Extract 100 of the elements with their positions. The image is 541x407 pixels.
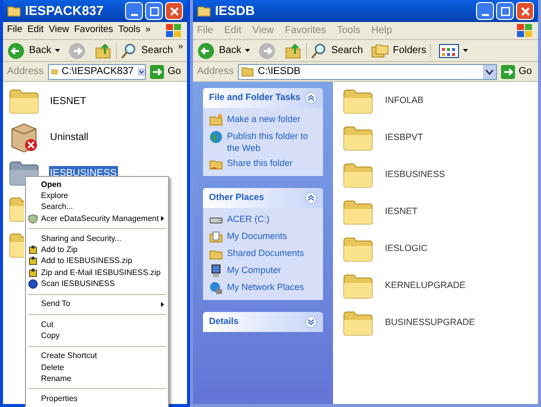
menu-item[interactable]: View <box>48 23 70 38</box>
folder-icon <box>343 273 373 299</box>
zip-icon <box>28 245 38 256</box>
search-icon <box>311 42 328 58</box>
folder-name[interactable]: IESNET <box>385 205 418 219</box>
shield-icon <box>28 214 38 224</box>
minimize-button[interactable] <box>476 2 494 20</box>
folder-icon <box>343 88 373 114</box>
panel-title: Other Places <box>209 191 266 204</box>
collapse-chevron-icon[interactable] <box>305 92 317 104</box>
minimize-button[interactable] <box>125 2 143 20</box>
folder-name[interactable]: IESBUSINESS <box>385 168 446 182</box>
task-link[interactable]: Make a new folder <box>227 113 301 125</box>
menu-item[interactable]: Edit <box>27 23 44 38</box>
folder-icon <box>343 162 373 188</box>
window-title: IESDB <box>215 2 256 20</box>
task-link[interactable]: My Documents <box>227 230 288 242</box>
menu-item[interactable]: Add to Zip <box>26 244 168 256</box>
windows-logo-icon <box>516 22 534 38</box>
globe-icon <box>209 130 223 144</box>
panel-header[interactable]: Other Places <box>203 188 323 208</box>
back-button[interactable]: Back <box>193 42 254 60</box>
minimize-icon <box>482 14 488 16</box>
folders-icon <box>370 42 389 58</box>
menu-item[interactable]: Copy <box>26 330 168 342</box>
menu-item[interactable]: Explore <box>26 190 168 202</box>
menu-item[interactable]: Open <box>26 179 168 190</box>
search-button[interactable]: Search <box>306 42 367 58</box>
caret-icon <box>245 49 250 52</box>
more-chevron[interactable]: » <box>178 40 187 54</box>
menu-item[interactable]: Scan IESBUSINESS <box>26 278 168 290</box>
task-link[interactable]: My Network Places <box>227 281 304 293</box>
menu-item[interactable]: Properties <box>26 393 168 405</box>
folder-icon <box>343 125 373 151</box>
folder-name[interactable]: IESLOGIC <box>385 242 428 256</box>
folder-icon <box>343 310 373 336</box>
maximize-button[interactable] <box>496 2 514 20</box>
address-field[interactable]: C:\IESPACK837 <box>48 64 146 80</box>
panel-header[interactable]: Details <box>203 312 323 332</box>
menu-item[interactable]: Acer eDataSecurity Management <box>26 212 168 224</box>
close-button[interactable] <box>165 2 183 20</box>
menu-item[interactable]: » <box>145 23 151 38</box>
close-icon <box>520 6 530 16</box>
maximize-button[interactable] <box>145 2 163 20</box>
back-button[interactable]: Back <box>3 42 64 60</box>
windows-logo-icon <box>165 22 183 38</box>
go-button[interactable]: Go <box>150 64 183 79</box>
box-with-error-icon <box>9 121 39 153</box>
expand-chevron-icon[interactable] <box>305 316 317 328</box>
task-link[interactable]: Publish this folder to the Web <box>227 130 317 154</box>
close-icon <box>170 6 178 16</box>
documents-icon <box>209 230 223 244</box>
minimize-icon <box>130 14 138 16</box>
go-button[interactable]: Go <box>500 64 534 79</box>
menu-item[interactable]: Cut <box>26 318 168 330</box>
maximize-icon <box>500 6 510 16</box>
search-button[interactable]: Search <box>116 42 177 58</box>
folder-icon <box>197 5 211 17</box>
folder-name[interactable]: BUSINESSUPGRADE <box>385 316 476 330</box>
search-icon <box>121 42 138 58</box>
folder-icon <box>9 88 39 114</box>
address-field[interactable]: C:\IESDB <box>238 64 497 80</box>
task-link[interactable]: Share this folder <box>227 157 293 169</box>
folder-up-icon <box>284 42 302 60</box>
scan-icon <box>28 279 38 290</box>
address-label: Address <box>7 65 44 79</box>
menu-item[interactable]: Zip and E-Mail IESBUSINESS.zip <box>26 267 168 278</box>
menu-item[interactable]: Favorites <box>74 23 114 38</box>
task-link[interactable]: ACER (C:) <box>227 213 270 225</box>
menu-item[interactable]: Search... <box>26 202 168 213</box>
menu-item[interactable]: Sharing and Security... <box>26 233 168 244</box>
address-label: Address <box>197 65 234 79</box>
folder-icon <box>9 232 24 258</box>
zip-icon <box>28 256 38 266</box>
folders-button[interactable]: Folders <box>366 42 430 58</box>
menu-item[interactable]: Delete <box>26 362 168 374</box>
menu-item[interactable]: Rename <box>26 373 168 384</box>
task-link[interactable]: My Computer <box>227 264 282 276</box>
folder-icon <box>343 199 373 225</box>
collapse-chevron-icon[interactable] <box>305 192 317 204</box>
computer-icon <box>209 264 223 278</box>
go-arrow-icon <box>500 64 515 78</box>
close-button[interactable] <box>516 2 534 20</box>
menu-item[interactable]: Add to IESBUSINESS.zip <box>26 256 168 268</box>
file-name[interactable]: Uninstall <box>49 130 90 144</box>
go-arrow-icon <box>150 64 164 78</box>
folder-icon <box>50 66 58 77</box>
caret-icon <box>55 49 60 52</box>
folder-name[interactable]: KERNELUPGRADE <box>385 279 466 293</box>
file-name[interactable]: IESNET <box>49 94 88 108</box>
menu-item[interactable]: Create Shortcut <box>26 350 168 362</box>
folder-name[interactable]: INFOLAB <box>385 94 424 108</box>
folder-name[interactable]: IESBPVT <box>385 131 424 145</box>
menu-item[interactable]: File <box>7 23 22 38</box>
menu-item[interactable]: Send To <box>26 298 168 310</box>
task-link[interactable]: Shared Documents <box>227 247 304 259</box>
folder-icon <box>240 66 254 77</box>
panel-header[interactable]: File and Folder Tasks <box>203 88 323 108</box>
menu-item[interactable]: Tools <box>118 23 140 38</box>
folder-up-icon <box>94 42 112 60</box>
